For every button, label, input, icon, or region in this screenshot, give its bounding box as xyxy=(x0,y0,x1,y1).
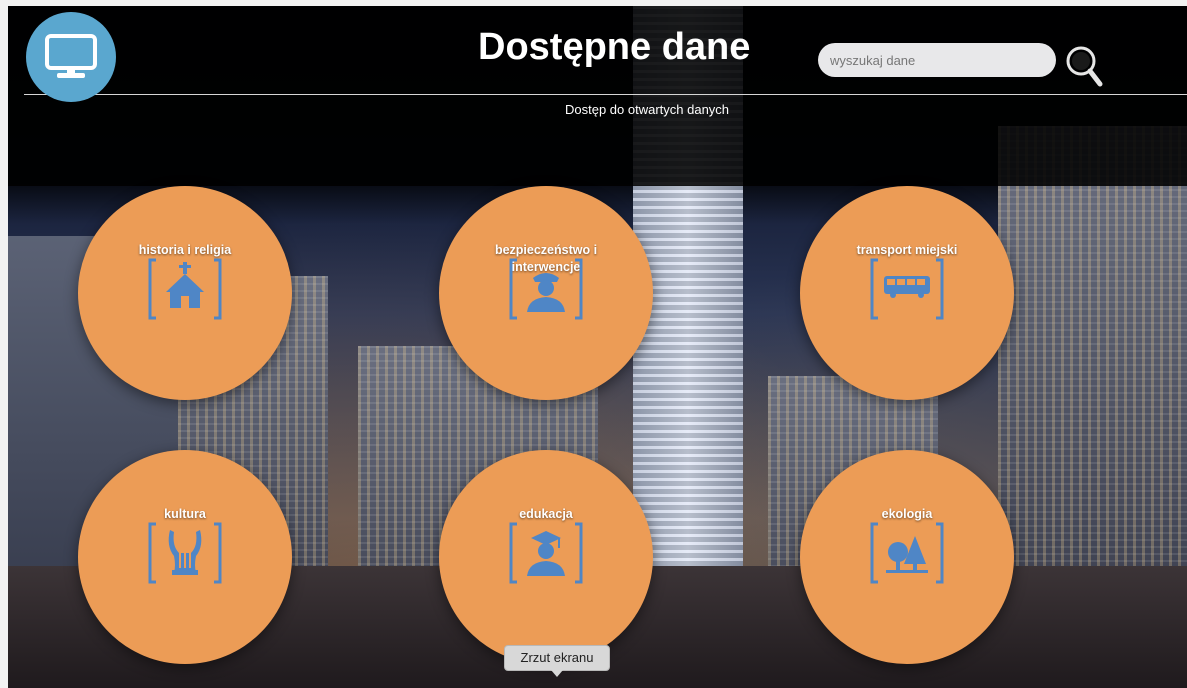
app-screen: Dostępne dane Dostęp do otwartych danych… xyxy=(8,6,1187,688)
trees-icon xyxy=(870,522,944,584)
category-edukacja[interactable]: edukacja xyxy=(439,450,653,664)
category-historia-i-religia[interactable]: historia i religia xyxy=(78,186,292,400)
graduate-icon xyxy=(509,522,583,584)
logo[interactable] xyxy=(26,12,116,102)
tooltip: Zrzut ekranu xyxy=(504,645,610,677)
category-ekologia[interactable]: ekologia xyxy=(800,450,1014,664)
church-icon xyxy=(148,258,222,320)
category-kultura[interactable]: kultura xyxy=(78,450,292,664)
officer-icon xyxy=(509,258,583,320)
search-button[interactable] xyxy=(1064,44,1104,88)
lyre-icon xyxy=(148,522,222,584)
header-divider xyxy=(24,94,1187,95)
bus-icon xyxy=(870,258,944,320)
page-subtitle: Dostęp do otwartych danych xyxy=(565,102,730,117)
monitor-icon xyxy=(45,34,97,78)
search-input[interactable] xyxy=(818,43,1056,77)
page-title: Dostępne dane xyxy=(478,26,751,68)
search-icon xyxy=(1066,46,1103,87)
category-transport-miejski[interactable]: transport miejski xyxy=(800,186,1014,400)
category-bezpieczenstwo-i-interwencje[interactable]: bezpieczeństwo i interwencje xyxy=(439,186,653,400)
